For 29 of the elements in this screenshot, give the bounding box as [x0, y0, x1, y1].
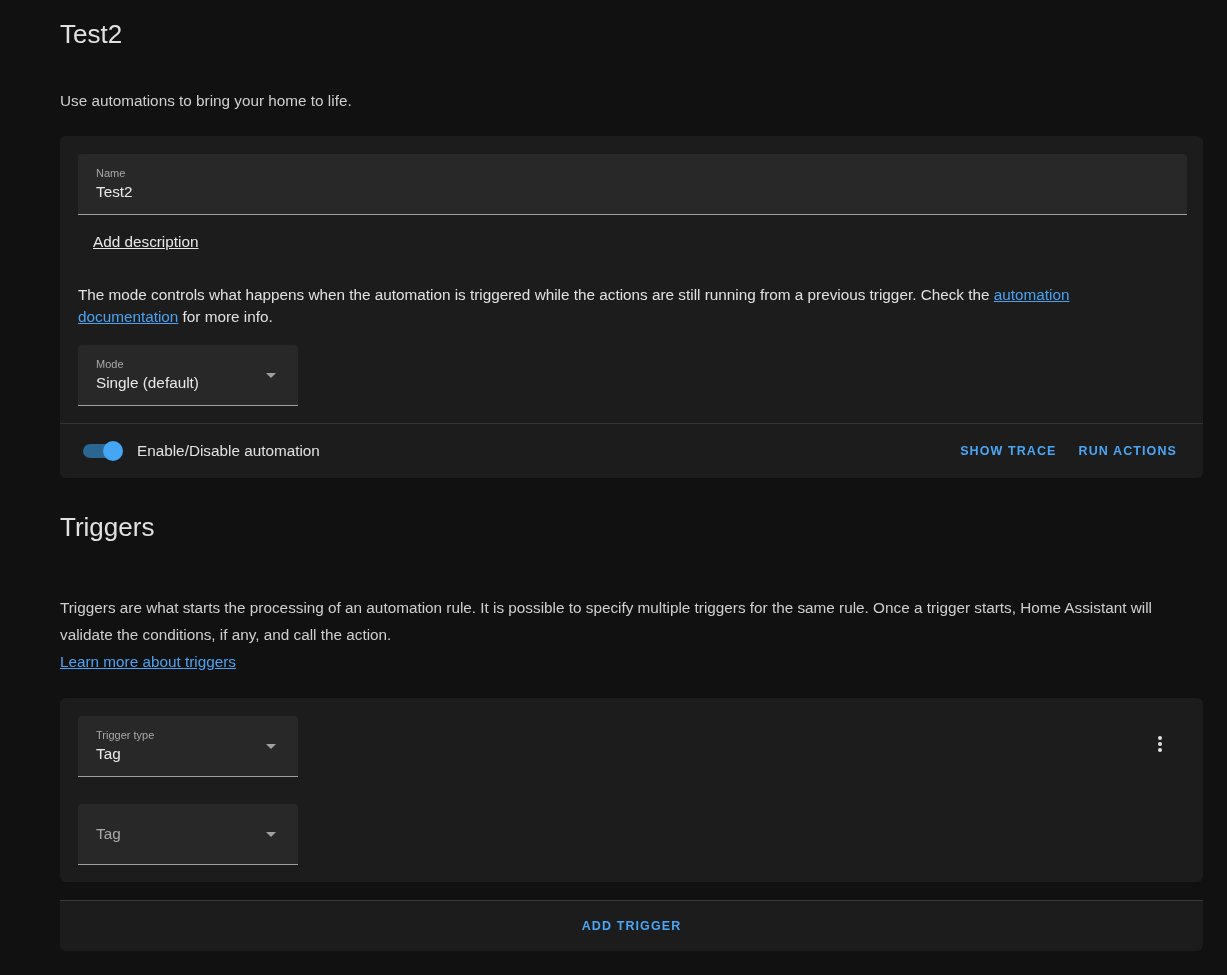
- caret-icon: [266, 744, 276, 749]
- field-value: Test2: [96, 182, 133, 202]
- field-value: Single (default): [96, 373, 199, 393]
- toggle-label: Enable/Disable automation: [137, 442, 320, 460]
- page-title: Test2: [60, 18, 123, 51]
- add-description-link[interactable]: Add description: [93, 233, 199, 250]
- more-options-icon[interactable]: [1158, 736, 1162, 752]
- caret-icon: [266, 373, 276, 378]
- caret-icon: [266, 832, 276, 837]
- section-title: Triggers: [60, 511, 155, 544]
- field-label: Trigger type: [96, 728, 155, 742]
- documentation-link[interactable]: automation: [993, 286, 1070, 303]
- enable-toggle[interactable]: [83, 441, 123, 461]
- tag-select[interactable]: Tag: [78, 804, 298, 865]
- field-label: Mode: [96, 357, 124, 371]
- triggers-description: Triggers are what starts the processing of an automation rule. It is possible to specify multiple triggers for the same rule. Once a trigger starts, Home Assistant will validate the conditions, if any, and call the action.: [60, 598, 1153, 645]
- documentation-link[interactable]: documentation: [78, 308, 179, 325]
- mode-select[interactable]: Mode Single (default): [78, 345, 298, 406]
- trigger-type-select[interactable]: Trigger type Tag: [78, 716, 298, 777]
- mode-description: The mode controls what happens when the automation is triggered while the actions are still running from a previous trigger. Check the automation documentation for more info.: [78, 285, 1071, 327]
- action-button[interactable]: SHOW TRACE: [952, 435, 1065, 467]
- add-trigger-button[interactable]: ADD TRIGGER: [573, 910, 690, 942]
- field-value: Tag: [96, 744, 121, 764]
- name-field[interactable]: Name Test2: [78, 154, 1187, 215]
- field-label: Name: [96, 166, 126, 180]
- learn-more-link[interactable]: Learn more about triggers: [60, 653, 236, 670]
- field-placeholder: Tag: [96, 824, 121, 844]
- action-button[interactable]: RUN ACTIONS: [1070, 435, 1185, 467]
- page-description: Use automations to bring your home to life.: [60, 91, 352, 111]
